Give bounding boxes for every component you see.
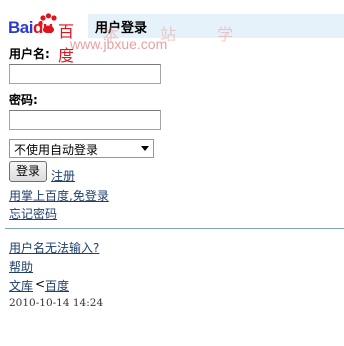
breadcrumb-separator: < <box>35 277 46 291</box>
logo-latin-a: Bai <box>8 18 33 37</box>
watermark-url: www.jbxue.com <box>70 36 168 52</box>
timestamp: 2010-10-14 14:24 <box>9 297 104 309</box>
baidu-link[interactable]: 百度 <box>45 277 69 294</box>
wenku-link[interactable]: 文库 <box>9 277 33 294</box>
divider <box>5 228 344 229</box>
password-label: 密码: <box>9 93 38 107</box>
header: Baidu 百度 用户登录 本 站 学 www.jbxue.com <box>8 12 344 65</box>
forgot-password-link[interactable]: 忘记密码 <box>9 205 57 222</box>
register-link[interactable]: 注册 <box>51 167 75 184</box>
chevron-down-icon <box>141 146 149 151</box>
login-button[interactable]: 登录 <box>9 161 47 182</box>
help-link[interactable]: 帮助 <box>9 258 33 275</box>
username-input[interactable] <box>9 64 161 84</box>
password-input[interactable] <box>9 110 161 130</box>
autologin-selected-value: 不使用自动登录 <box>14 143 99 157</box>
baidu-logo[interactable]: Baidu 百度 <box>8 12 86 65</box>
cannot-input-link[interactable]: 用户名无法输入? <box>9 239 99 256</box>
username-label: 用户名: <box>9 47 50 61</box>
palm-login-link[interactable]: 用掌上百度,免登录 <box>9 187 109 204</box>
autologin-select[interactable]: 不使用自动登录 <box>9 139 154 158</box>
paw-icon <box>38 13 57 33</box>
